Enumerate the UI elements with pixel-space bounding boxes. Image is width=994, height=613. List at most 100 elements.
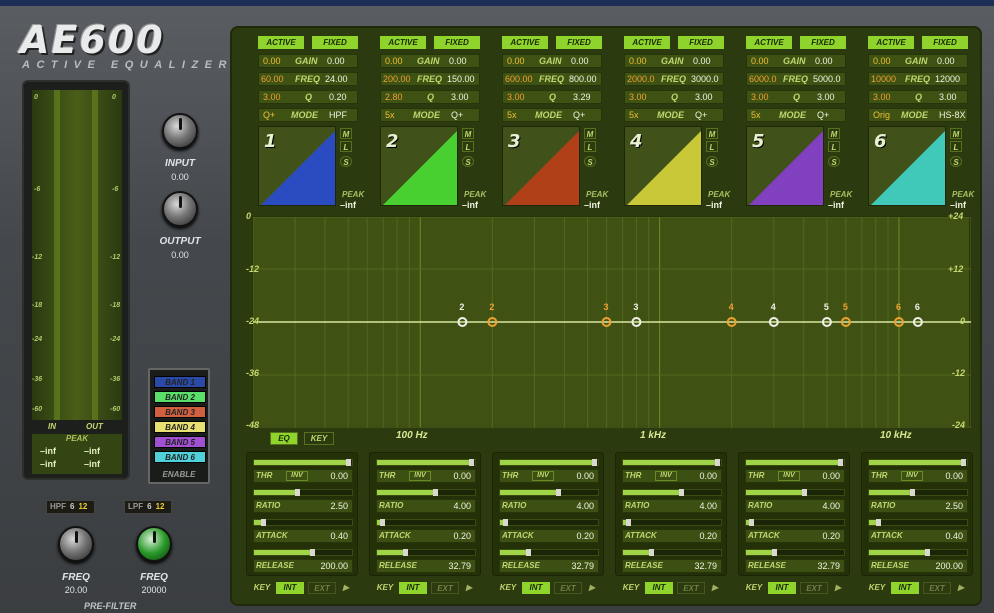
band-fixed-button[interactable]: FIXED <box>434 36 480 49</box>
release-slider-thumb[interactable] <box>649 549 655 556</box>
attack-slider[interactable] <box>499 519 599 526</box>
band-left-button[interactable]: L <box>950 141 962 152</box>
band-mode-right[interactable]: Q+ <box>817 109 829 121</box>
band-active-button[interactable]: ACTIVE <box>502 36 548 49</box>
band-freq-value-right[interactable]: 3000.0 <box>691 73 719 85</box>
band-left-button[interactable]: L <box>462 141 474 152</box>
band-mid-button[interactable]: M <box>340 128 352 139</box>
attack-slider-thumb[interactable] <box>875 519 881 526</box>
band-gain-value-right[interactable]: 0.00 <box>815 55 833 67</box>
band-solo-button[interactable]: S <box>584 156 596 167</box>
attack-value[interactable]: 0.40 <box>330 530 348 542</box>
meter-peak-box[interactable]: PEAK –inf –inf –inf –inf <box>32 434 122 474</box>
release-value[interactable]: 32.79 <box>694 560 717 572</box>
band-fixed-button[interactable]: FIXED <box>678 36 724 49</box>
band-q-value-left[interactable]: 2.80 <box>385 91 403 103</box>
attack-value[interactable]: 0.40 <box>945 530 963 542</box>
band-active-button[interactable]: ACTIVE <box>380 36 426 49</box>
band-mode-left[interactable]: Orig <box>873 109 890 121</box>
ratio-value[interactable]: 4.00 <box>576 500 594 512</box>
thr-value[interactable]: 0.00 <box>576 470 594 482</box>
release-value[interactable]: 32.79 <box>448 560 471 572</box>
band-left-button[interactable]: L <box>584 141 596 152</box>
thr-slider[interactable] <box>868 459 968 466</box>
attack-slider-thumb[interactable] <box>748 519 754 526</box>
band-solo-button[interactable]: S <box>340 156 352 167</box>
lpf-slope-selector[interactable]: LPF 6 12 <box>124 500 173 514</box>
thr-value[interactable]: 0.00 <box>453 470 471 482</box>
lpf-slope-6[interactable]: 6 <box>147 502 151 511</box>
band-left-button[interactable]: L <box>706 141 718 152</box>
band-mode-left[interactable]: 5x <box>507 109 517 121</box>
ratio-slider[interactable] <box>376 489 476 496</box>
speaker-icon[interactable]: ▶ <box>709 582 721 594</box>
eq-response-graph[interactable]: 2 2 3 3 4 4 5 5 6 6 <box>252 216 972 428</box>
invert-button[interactable]: INV <box>532 471 554 481</box>
attack-slider[interactable] <box>253 519 353 526</box>
release-slider-thumb[interactable] <box>924 549 930 556</box>
band-enable-4[interactable]: BAND 4 <box>154 421 206 433</box>
release-slider[interactable] <box>253 549 353 556</box>
band-enable-1[interactable]: BAND 1 <box>154 376 206 388</box>
release-value[interactable]: 32.79 <box>817 560 840 572</box>
attack-value[interactable]: 0.20 <box>453 530 471 542</box>
band-solo-button[interactable]: S <box>950 156 962 167</box>
band-fixed-button[interactable]: FIXED <box>556 36 602 49</box>
attack-value[interactable]: 0.20 <box>576 530 594 542</box>
band-freq-value-left[interactable]: 200.00 <box>383 73 411 85</box>
eq-curve-canvas[interactable]: 2 2 3 3 4 4 5 5 6 6 <box>252 216 972 428</box>
thr-slider[interactable] <box>376 459 476 466</box>
thr-slider[interactable] <box>745 459 845 466</box>
key-int-button[interactable]: INT <box>768 582 796 594</box>
band-left-button[interactable]: L <box>340 141 352 152</box>
ratio-slider[interactable] <box>499 489 599 496</box>
thr-slider[interactable] <box>499 459 599 466</box>
input-knob[interactable] <box>162 113 198 149</box>
attack-slider[interactable] <box>622 519 722 526</box>
band-gain-value-left[interactable]: 0.00 <box>873 55 891 67</box>
attack-slider-thumb[interactable] <box>379 519 385 526</box>
band-q-value-left[interactable]: 3.00 <box>751 91 769 103</box>
band-mid-button[interactable]: M <box>950 128 962 139</box>
band-q-value-right[interactable]: 0.20 <box>329 91 347 103</box>
release-slider-thumb[interactable] <box>526 549 532 556</box>
key-ext-button[interactable]: EXT <box>677 582 705 594</box>
band-mode-right[interactable]: Q+ <box>695 109 707 121</box>
band-enable-3[interactable]: BAND 3 <box>154 406 206 418</box>
attack-slider-thumb[interactable] <box>260 519 266 526</box>
ratio-slider[interactable] <box>745 489 845 496</box>
invert-button[interactable]: INV <box>409 471 431 481</box>
thr-slider-thumb[interactable] <box>838 459 844 466</box>
band-q-value-right[interactable]: 3.29 <box>573 91 591 103</box>
band-mode-right[interactable]: Q+ <box>451 109 463 121</box>
band-freq-value-right[interactable]: 800.00 <box>569 73 597 85</box>
release-slider[interactable] <box>622 549 722 556</box>
ratio-slider-thumb[interactable] <box>678 489 684 496</box>
band-fixed-button[interactable]: FIXED <box>800 36 846 49</box>
band-fixed-button[interactable]: FIXED <box>922 36 968 49</box>
band-mode-left[interactable]: 5x <box>751 109 761 121</box>
attack-slider[interactable] <box>868 519 968 526</box>
speaker-icon[interactable]: ▶ <box>340 582 352 594</box>
ratio-slider[interactable] <box>622 489 722 496</box>
release-slider[interactable] <box>868 549 968 556</box>
hpf-slope-6[interactable]: 6 <box>70 502 74 511</box>
ratio-value[interactable]: 2.50 <box>945 500 963 512</box>
band-gain-value-right[interactable]: 0.00 <box>693 55 711 67</box>
band-freq-value-right[interactable]: 12000 <box>935 73 960 85</box>
band-q-value-left[interactable]: 3.00 <box>873 91 891 103</box>
key-int-button[interactable]: INT <box>276 582 304 594</box>
attack-value[interactable]: 0.20 <box>822 530 840 542</box>
invert-button[interactable]: INV <box>901 471 923 481</box>
hpf-slope-selector[interactable]: HPF 6 12 <box>46 500 96 514</box>
band-mid-button[interactable]: M <box>584 128 596 139</box>
ratio-value[interactable]: 4.00 <box>453 500 471 512</box>
thr-slider-thumb[interactable] <box>469 459 475 466</box>
band-gain-value-left[interactable]: 0.00 <box>751 55 769 67</box>
thr-slider-thumb[interactable] <box>592 459 598 466</box>
band-gain-value-right[interactable]: 0.00 <box>449 55 467 67</box>
key-ext-button[interactable]: EXT <box>923 582 951 594</box>
key-int-button[interactable]: INT <box>399 582 427 594</box>
band-gain-value-left[interactable]: 0.00 <box>385 55 403 67</box>
band-gain-value-right[interactable]: 0.00 <box>937 55 955 67</box>
